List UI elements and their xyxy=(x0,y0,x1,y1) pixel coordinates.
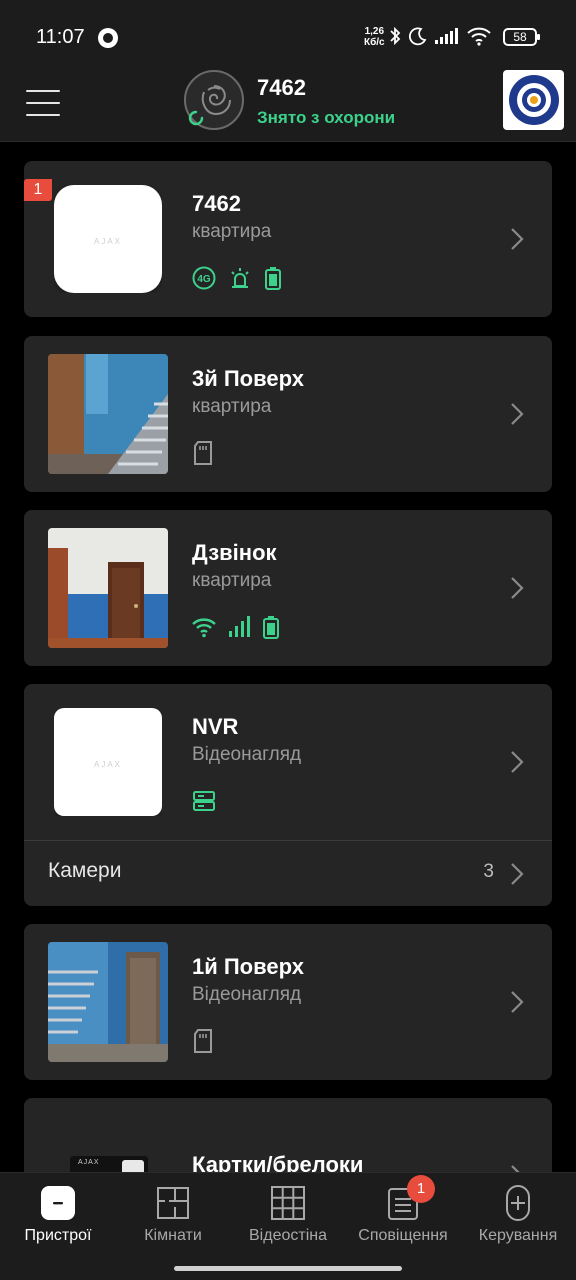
battery-icon xyxy=(265,267,281,290)
nav-notifications[interactable]: 1 Сповіщення xyxy=(345,1173,461,1263)
device-name: 7462 xyxy=(192,191,241,216)
devices-icon xyxy=(41,1186,75,1220)
cameras-row[interactable]: Камери 3 xyxy=(24,841,552,906)
device-list: AJAX 1 7462 квартира 4G 3й Поверх кварти… xyxy=(0,142,576,1172)
network-speed-unit: Кб/с xyxy=(364,37,385,48)
video-wall-icon xyxy=(271,1186,305,1220)
hub-name: 7462 xyxy=(257,75,306,100)
device-brand: AJAX xyxy=(93,237,122,246)
device-status-icons xyxy=(192,1028,214,1054)
chevron-right-icon xyxy=(511,863,524,885)
device-room: Відеонагляд xyxy=(192,984,302,1005)
bluetooth-icon xyxy=(390,26,401,46)
hub-device-image: AJAX xyxy=(54,185,162,293)
battery-indicator: 58 xyxy=(503,28,540,46)
nav-devices[interactable]: Пристрої xyxy=(0,1173,116,1263)
chevron-right-icon xyxy=(511,228,524,250)
device-card-keycards[interactable]: AJAX Картки/брелоки xyxy=(24,1098,552,1172)
menu-button[interactable] xyxy=(26,88,60,118)
device-card-camera-3rd-floor[interactable]: 3й Поверх квартира xyxy=(24,336,552,492)
storage-icon xyxy=(193,791,215,811)
device-room: квартира xyxy=(192,221,272,242)
signal-strength-icon xyxy=(229,616,250,637)
device-name: NVR xyxy=(192,714,239,739)
nav-control[interactable]: Керування xyxy=(460,1173,576,1263)
signal-icon xyxy=(435,28,458,44)
chevron-right-icon xyxy=(511,1165,520,1172)
device-name: 1й Поверх xyxy=(192,954,304,979)
rooms-icon xyxy=(157,1187,189,1219)
device-card-doorbell[interactable]: Дзвінок квартира xyxy=(24,510,552,666)
hub-security-status: Знято з охорони xyxy=(257,108,396,127)
nav-video-wall[interactable]: Відеостіна xyxy=(230,1173,346,1263)
network-speed-value: 1,26 xyxy=(364,26,385,37)
keycard-device-image: AJAX xyxy=(70,1156,148,1172)
device-room: квартира xyxy=(192,396,272,417)
device-status-icons xyxy=(192,788,216,814)
camera-preview xyxy=(48,354,168,474)
device-status-icons xyxy=(192,440,214,466)
company-logo[interactable] xyxy=(503,70,564,130)
svg-text:4G: 4G xyxy=(197,274,211,285)
chevron-right-icon xyxy=(511,751,524,773)
device-name: Картки/брелоки xyxy=(192,1152,364,1172)
device-status-icons xyxy=(192,614,280,640)
nav-rooms[interactable]: Кімнати xyxy=(115,1173,231,1263)
nav-label: Відеостіна xyxy=(249,1227,327,1244)
status-bar: 11:07 1,26 Кб/с 58 xyxy=(0,0,576,70)
status-time: 11:07 xyxy=(36,26,85,48)
battery-icon xyxy=(263,616,279,639)
device-name: Дзвінок xyxy=(192,540,277,565)
device-brand: AJAX xyxy=(78,1159,100,1166)
nav-label: Сповіщення xyxy=(358,1227,448,1244)
nav-label: Кімнати xyxy=(144,1227,202,1244)
network-speed: 1,26 Кб/с xyxy=(364,26,385,48)
moon-icon xyxy=(408,27,427,46)
sd-card-icon xyxy=(194,1029,212,1053)
device-room: Відеонагляд xyxy=(192,744,302,765)
control-icon xyxy=(506,1185,530,1221)
nav-label: Керування xyxy=(478,1227,558,1244)
chevron-right-icon xyxy=(511,403,524,425)
app-header: 7462 Знято з охорони xyxy=(0,70,576,142)
cameras-label: Камери xyxy=(48,859,122,882)
wifi-icon xyxy=(467,27,491,46)
recording-icon xyxy=(98,28,118,48)
sd-card-icon xyxy=(194,441,212,465)
company-logo-icon xyxy=(508,75,559,125)
nav-label: Пристрої xyxy=(24,1227,92,1244)
bottom-navigation: Пристрої Кімнати Відеостіна 1 Сповіщення… xyxy=(0,1172,576,1280)
device-card-hub[interactable]: AJAX 1 7462 квартира 4G xyxy=(24,161,552,317)
status-icons xyxy=(388,24,492,48)
nvr-device-image: AJAX xyxy=(54,708,162,816)
device-notification-badge: 1 xyxy=(24,179,52,201)
device-status-icons: 4G xyxy=(192,265,282,291)
chevron-right-icon xyxy=(511,577,524,599)
device-brand: AJAX xyxy=(93,760,122,769)
4g-icon: 4G xyxy=(192,266,216,290)
siren-icon xyxy=(231,268,249,288)
camera-preview xyxy=(48,528,168,648)
device-card-nvr[interactable]: AJAX NVR Відеонагляд Камери 3 xyxy=(24,684,552,906)
gesture-bar[interactable] xyxy=(174,1266,402,1271)
notification-badge: 1 xyxy=(407,1175,435,1203)
device-name: 3й Поверх xyxy=(192,366,304,391)
disarmed-status-icon xyxy=(188,110,204,126)
cameras-count: 3 xyxy=(483,861,494,882)
wifi-icon xyxy=(192,618,216,638)
device-room: квартира xyxy=(192,570,272,591)
device-card-camera-1st-floor[interactable]: 1й Поверх Відеонагляд xyxy=(24,924,552,1080)
camera-preview xyxy=(48,942,168,1062)
chevron-right-icon xyxy=(511,991,524,1013)
